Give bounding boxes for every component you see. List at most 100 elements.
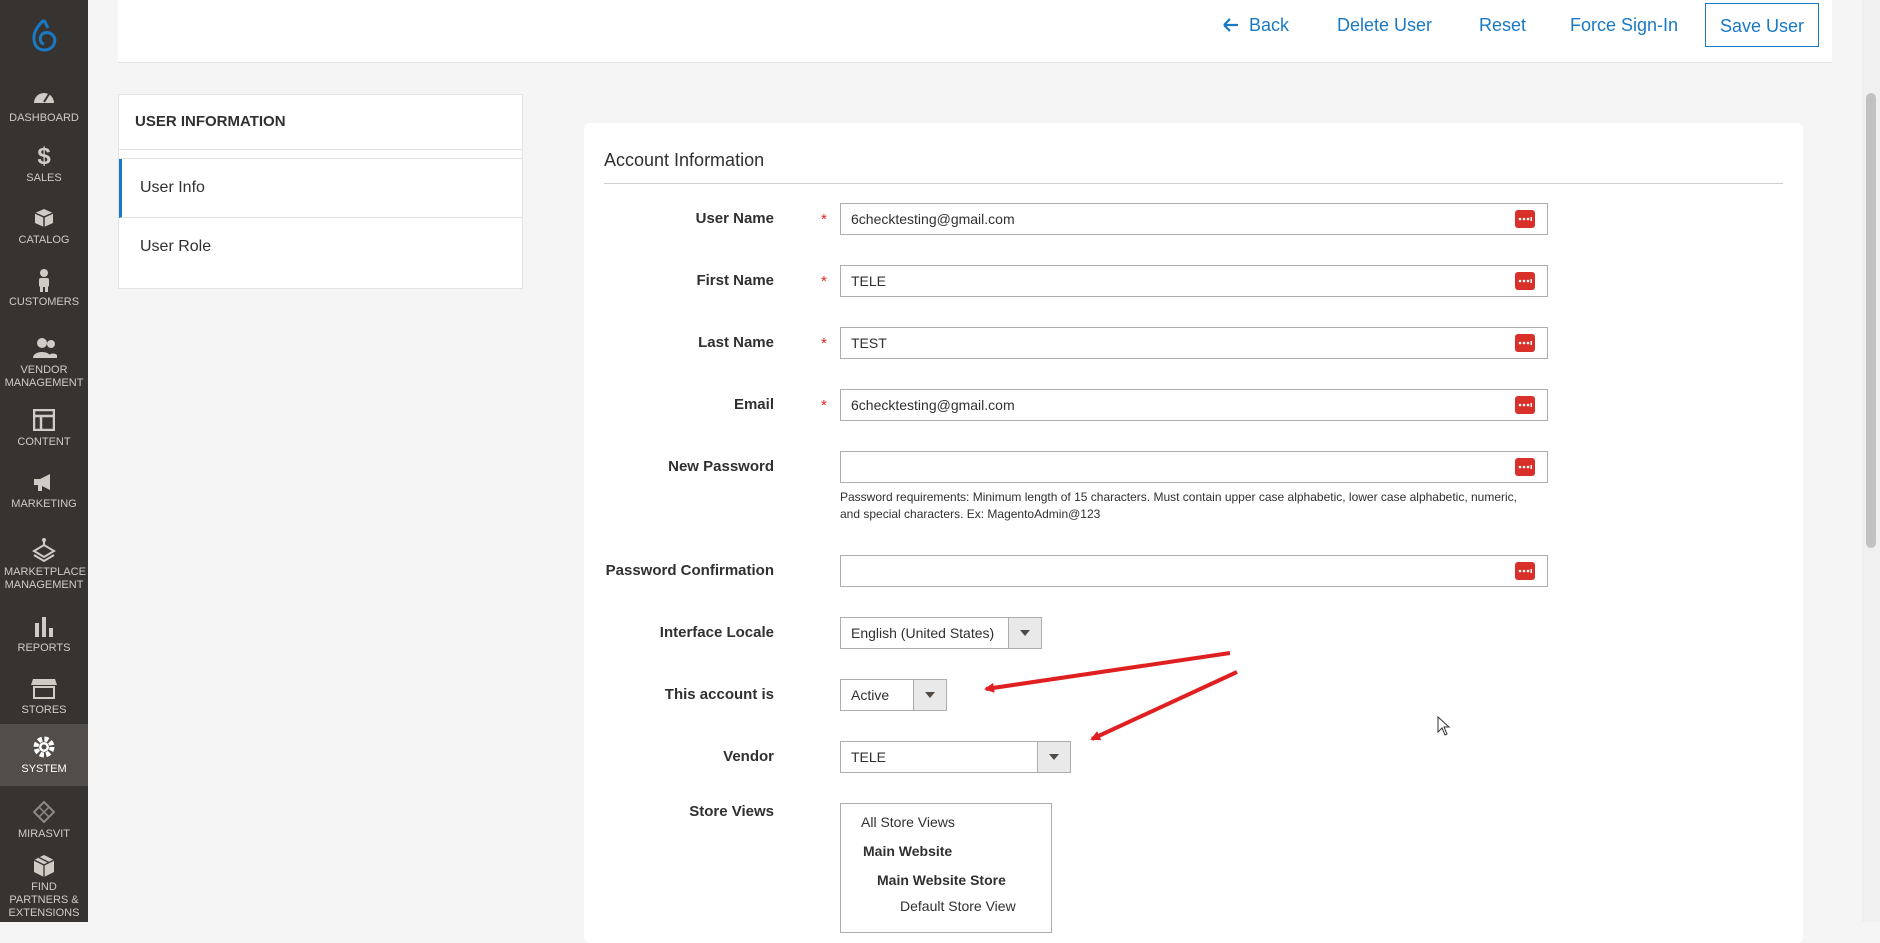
- account-status-label: This account is: [664, 686, 774, 703]
- scrollbar-thumb[interactable]: [1866, 93, 1876, 548]
- nav-item-marketing[interactable]: MARKETING: [0, 466, 88, 514]
- nav-label: DASHBOARD: [9, 112, 79, 124]
- back-label: Back: [1249, 15, 1290, 35]
- lastname-input[interactable]: [851, 329, 1451, 357]
- gear-icon: [31, 734, 57, 760]
- password-requirements-note: Password requirements: Minimum length of…: [840, 490, 1517, 521]
- dollar-icon: $: [37, 142, 51, 170]
- password-manager-icon[interactable]: [1515, 458, 1535, 476]
- nav-label: SYSTEM: [21, 763, 67, 775]
- account-status-select[interactable]: Active: [840, 679, 947, 711]
- nav-item-vendor-management[interactable]: VENDOR MANAGEMENT: [0, 332, 88, 392]
- nav-label: MARKETING: [11, 498, 77, 510]
- interface-locale-label: Interface Locale: [659, 624, 774, 641]
- admin-sidebar: DASHBOARD $ SALES CATALOG CUSTOMERS VEND…: [0, 0, 88, 922]
- password-manager-icon[interactable]: [1515, 334, 1535, 352]
- store-view-option[interactable]: Default Store View: [900, 898, 1016, 914]
- logo-icon: [32, 18, 57, 52]
- new-password-input[interactable]: [851, 453, 1451, 481]
- nav-label: VENDOR MANAGEMENT: [4, 363, 84, 389]
- password-manager-icon[interactable]: [1515, 210, 1535, 228]
- person-icon: [31, 267, 57, 293]
- chevron-down-icon: [1037, 742, 1070, 772]
- reset-button[interactable]: Reset: [1479, 10, 1526, 40]
- nav-item-system[interactable]: SYSTEM: [0, 724, 88, 786]
- logo[interactable]: [0, 0, 88, 72]
- password-confirmation-input[interactable]: [851, 557, 1451, 585]
- layout-icon: [31, 407, 57, 433]
- new-password-field[interactable]: [840, 451, 1548, 483]
- required-mark: *: [821, 211, 827, 228]
- password-confirmation-label: Password Confirmation: [605, 562, 774, 579]
- nav-item-customers[interactable]: CUSTOMERS: [0, 264, 88, 312]
- firstname-input[interactable]: [851, 267, 1451, 295]
- nav-item-catalog[interactable]: CATALOG: [0, 202, 88, 250]
- account-information-card: Account Information User Name * First Na…: [584, 123, 1803, 943]
- lastname-label: Last Name: [698, 334, 774, 351]
- save-user-button[interactable]: Save User: [1705, 3, 1820, 47]
- delete-user-button[interactable]: Delete User: [1337, 10, 1432, 40]
- vendor-value: TELE: [851, 749, 887, 765]
- nav-item-find-partners[interactable]: FIND PARTNERS & EXTENSIONS: [0, 854, 88, 919]
- nav-label: CUSTOMERS: [8, 296, 80, 308]
- tabs-title: USER INFORMATION: [119, 95, 522, 150]
- required-mark: *: [821, 335, 827, 352]
- password-manager-icon[interactable]: [1515, 396, 1535, 414]
- email-label: Email: [733, 396, 774, 413]
- back-arrow-icon: [1223, 11, 1239, 41]
- store-icon: [31, 675, 57, 701]
- password-confirmation-field[interactable]: [840, 555, 1548, 587]
- lastname-field[interactable]: [840, 327, 1548, 359]
- email-input[interactable]: [851, 391, 1451, 419]
- diamond-icon: [31, 799, 57, 825]
- bag-icon: [31, 537, 57, 563]
- page-scrollbar[interactable]: [1862, 0, 1880, 922]
- nav-label: SALES: [26, 172, 62, 184]
- email-field[interactable]: [840, 389, 1548, 421]
- username-input[interactable]: [851, 205, 1451, 233]
- mouse-cursor-icon: [1437, 716, 1451, 736]
- username-field[interactable]: [840, 203, 1548, 235]
- password-confirmation-row: Password Confirmation: [584, 555, 1803, 587]
- firstname-label: First Name: [696, 272, 774, 289]
- store-view-group: Main Website: [863, 843, 953, 859]
- nav-label: CATALOG: [18, 234, 70, 246]
- nav-label: REPORTS: [17, 642, 71, 654]
- account-status-value: Active: [851, 687, 890, 703]
- new-password-row: New Password Password requirements: Mini…: [584, 451, 1803, 531]
- nav-item-content[interactable]: CONTENT: [0, 404, 88, 452]
- nav-label: MARKETPLACE MANAGEMENT: [4, 565, 86, 591]
- dashboard-icon: [31, 83, 57, 109]
- store-view-option[interactable]: All Store Views: [861, 814, 955, 830]
- nav-item-reports[interactable]: REPORTS: [0, 610, 88, 658]
- firstname-field[interactable]: [840, 265, 1548, 297]
- account-status-row: This account is Active: [584, 679, 1803, 711]
- tab-user-role[interactable]: User Role: [119, 218, 522, 276]
- new-password-label: New Password: [668, 458, 774, 475]
- vendor-select[interactable]: TELE: [840, 741, 1071, 773]
- nav-item-sales[interactable]: $ SALES: [0, 140, 88, 188]
- nav-label: STORES: [21, 704, 67, 716]
- email-row: Email *: [584, 389, 1803, 421]
- username-label: User Name: [695, 210, 774, 227]
- box-icon: [31, 205, 57, 231]
- chevron-down-icon: [1008, 618, 1041, 648]
- section-title: Account Information: [604, 150, 765, 170]
- password-manager-icon[interactable]: [1515, 562, 1535, 580]
- nav-item-dashboard[interactable]: DASHBOARD: [0, 80, 88, 128]
- password-manager-icon[interactable]: [1515, 272, 1535, 290]
- force-sign-in-button[interactable]: Force Sign-In: [1570, 10, 1678, 40]
- cubes-icon: [31, 854, 57, 878]
- people-icon: [31, 335, 57, 361]
- vendor-label: Vendor: [723, 748, 774, 765]
- lastname-row: Last Name *: [584, 327, 1803, 359]
- nav-item-stores[interactable]: STORES: [0, 672, 88, 720]
- nav-item-marketplace-management[interactable]: MARKETPLACE MANAGEMENT: [0, 532, 88, 596]
- store-views-multiselect[interactable]: All Store Views Main Website Main Websit…: [840, 803, 1052, 933]
- back-button[interactable]: Back: [1223, 10, 1289, 40]
- nav-item-mirasvit[interactable]: MIRASVIT: [0, 796, 88, 844]
- tab-user-info[interactable]: User Info: [119, 159, 522, 218]
- nav-label: CONTENT: [17, 436, 71, 448]
- interface-locale-select[interactable]: English (United States): [840, 617, 1042, 649]
- store-views-row: Store Views All Store Views Main Website…: [584, 803, 1803, 933]
